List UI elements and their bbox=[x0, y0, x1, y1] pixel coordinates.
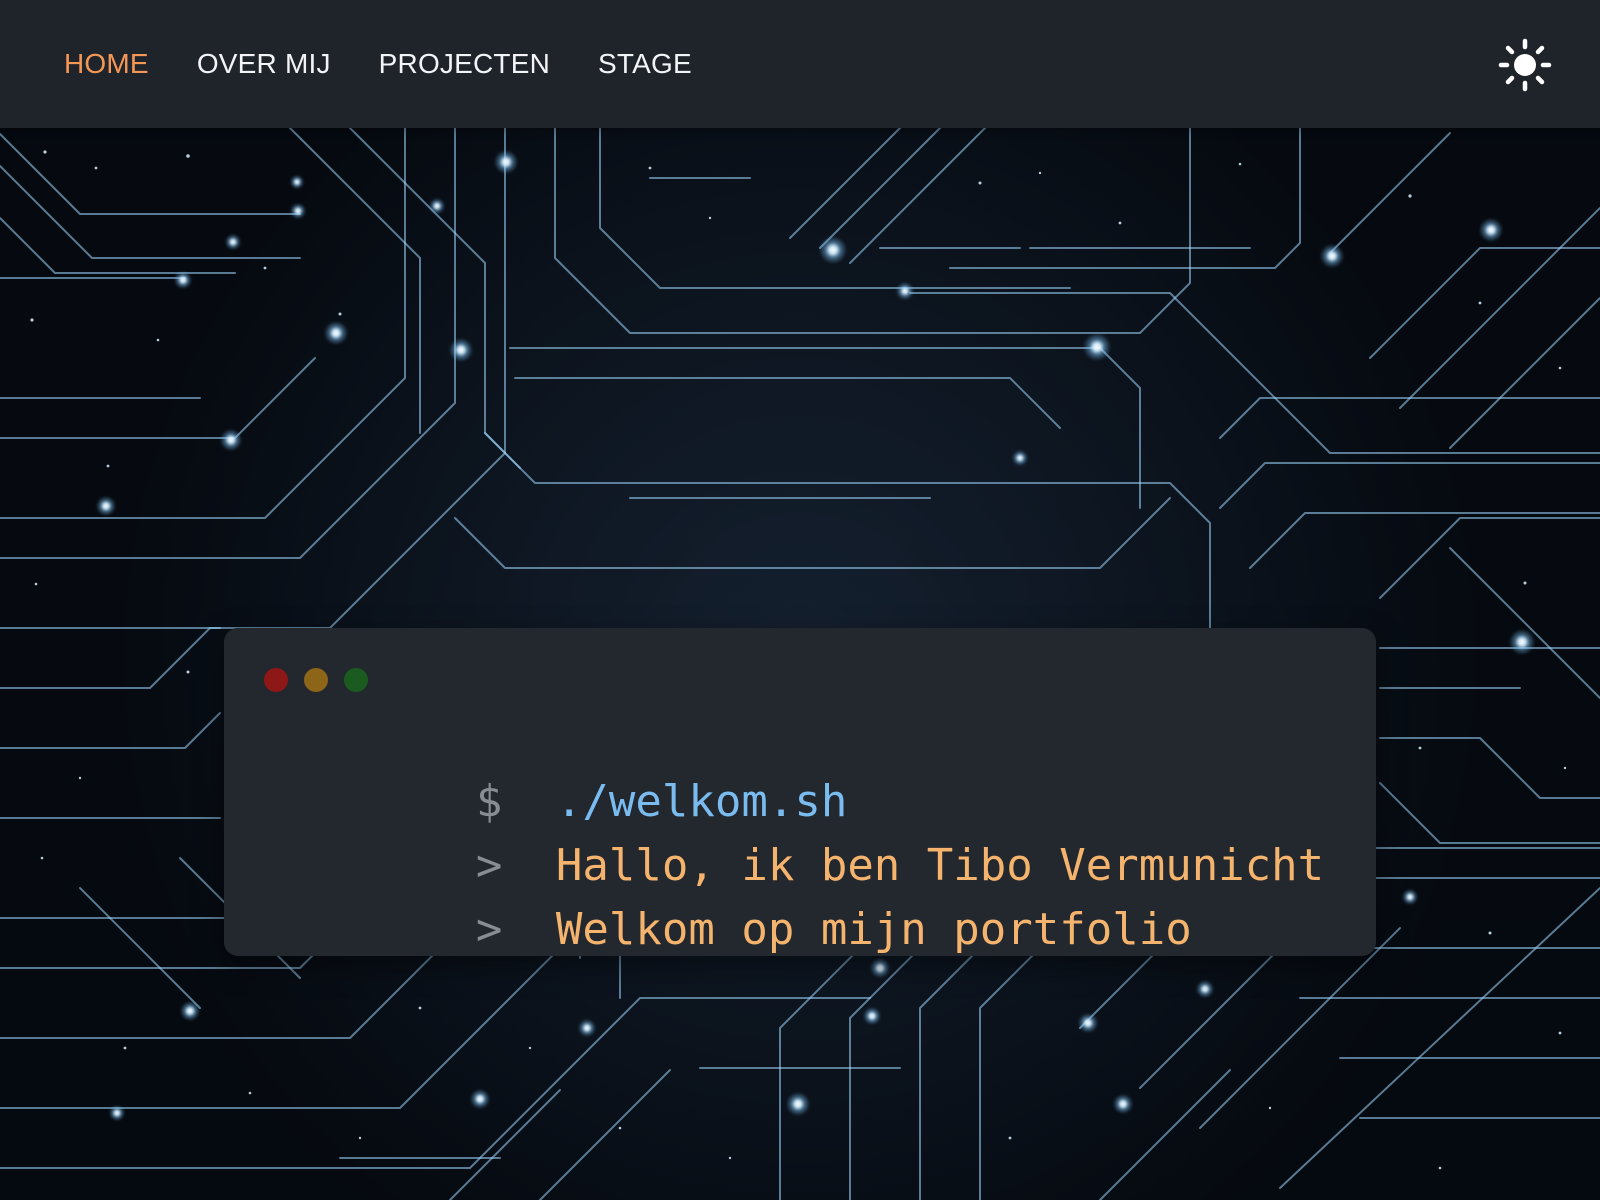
nav-projecten[interactable]: PROJECTEN bbox=[379, 50, 550, 78]
terminal-window: $ ./welkom.sh > Hallo, ik ben Tibo Vermuni… bbox=[224, 628, 1376, 956]
window-controls bbox=[264, 668, 368, 692]
nav-over-mij[interactable]: OVER MIJ bbox=[197, 50, 331, 78]
hero-section: $ ./welkom.sh > Hallo, ik ben Tibo Vermuni… bbox=[0, 128, 1600, 1200]
welcome-text: Welkom op mijn portfolio bbox=[555, 904, 1192, 955]
theme-toggle-button[interactable] bbox=[1498, 38, 1552, 92]
close-dot-icon bbox=[264, 668, 288, 692]
output-prompt: > bbox=[475, 904, 503, 955]
maximize-dot-icon bbox=[344, 668, 368, 692]
top-navbar: HOME OVER MIJ PROJECTEN STAGE bbox=[0, 0, 1600, 128]
nav-home[interactable]: HOME bbox=[64, 50, 149, 78]
sun-icon bbox=[1498, 38, 1552, 92]
nav-stage[interactable]: STAGE bbox=[598, 50, 692, 78]
minimize-dot-icon bbox=[304, 668, 328, 692]
terminal-output-line: > Welkom op mijn portfolio bbox=[264, 864, 1192, 996]
main-navigation: HOME OVER MIJ PROJECTEN STAGE bbox=[64, 0, 692, 128]
portfolio-page: HOME OVER MIJ PROJECTEN STAGE $ ./welkom… bbox=[0, 0, 1600, 1200]
